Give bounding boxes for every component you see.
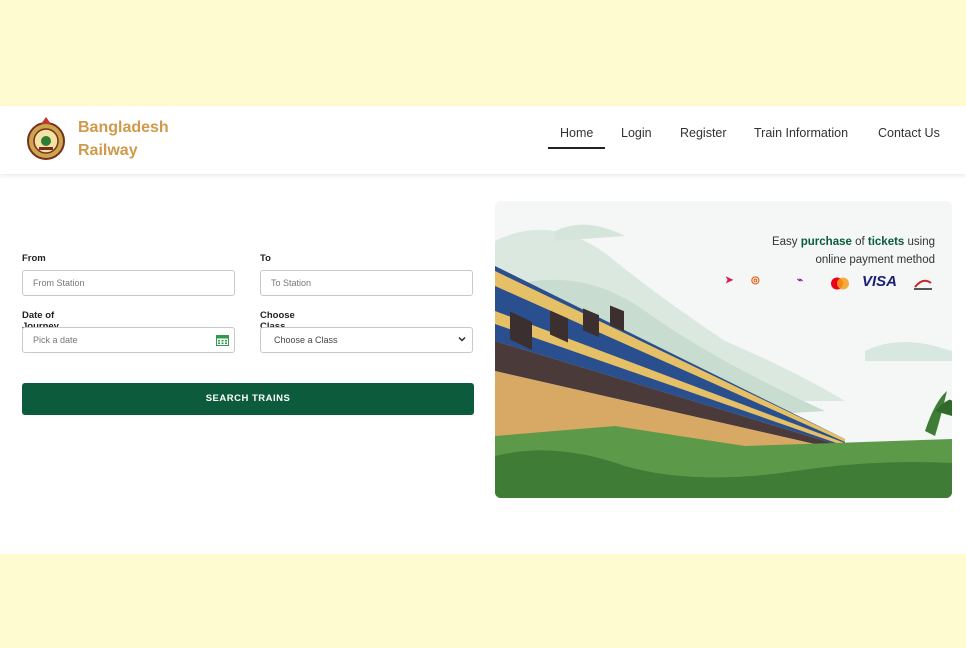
- to-station-input[interactable]: To Station: [260, 270, 473, 296]
- rocket-icon: ⌁: [797, 275, 804, 286]
- hero-banner: Easy purchase of tickets using online pa…: [495, 201, 952, 498]
- journey-date-input[interactable]: Pick a date: [22, 327, 235, 353]
- from-station-input[interactable]: From Station: [22, 270, 235, 296]
- visa-logo: VISA: [862, 273, 898, 290]
- chevron-down-icon: [458, 337, 466, 342]
- dbbl-nexus-icon: [914, 279, 932, 290]
- bkash-icon: ➤: [725, 275, 734, 286]
- nav-active-indicator: [548, 147, 605, 149]
- to-placeholder: To Station: [271, 278, 312, 288]
- to-label: To: [260, 253, 271, 264]
- payment-promo-text: Easy purchase of tickets using online pa…: [772, 233, 935, 269]
- brand-line2: Railway: [78, 142, 138, 159]
- railway-emblem-logo[interactable]: [26, 114, 66, 164]
- site-header: Bangladesh Railway Home Login Register T…: [0, 106, 966, 174]
- promo-line2: online payment method: [815, 254, 935, 266]
- brand-line1: Bangladesh: [78, 119, 169, 136]
- brand-name[interactable]: Bangladesh Railway: [78, 116, 169, 162]
- top-band: [0, 0, 966, 106]
- promo-line1: Easy purchase of tickets using: [771, 236, 935, 248]
- page: Bangladesh Railway Home Login Register T…: [0, 106, 966, 554]
- nav-home[interactable]: Home: [560, 126, 593, 140]
- nagad-icon: ◎: [751, 275, 760, 286]
- search-trains-button[interactable]: SEARCH TRAINS: [22, 383, 474, 415]
- nav-contact-us[interactable]: Contact Us: [878, 126, 940, 140]
- nav-register[interactable]: Register: [680, 126, 727, 140]
- nav-train-information[interactable]: Train Information: [754, 126, 848, 140]
- mastercard-icon: [831, 277, 849, 290]
- from-label: From: [22, 253, 46, 264]
- bottom-band: [0, 554, 966, 648]
- class-selected-value: Choose a Class: [274, 335, 338, 345]
- nav-login[interactable]: Login: [621, 126, 652, 140]
- date-placeholder: Pick a date: [33, 335, 78, 345]
- calendar-icon[interactable]: [216, 334, 229, 346]
- from-placeholder: From Station: [33, 278, 85, 288]
- class-select[interactable]: Choose a Class: [260, 327, 473, 353]
